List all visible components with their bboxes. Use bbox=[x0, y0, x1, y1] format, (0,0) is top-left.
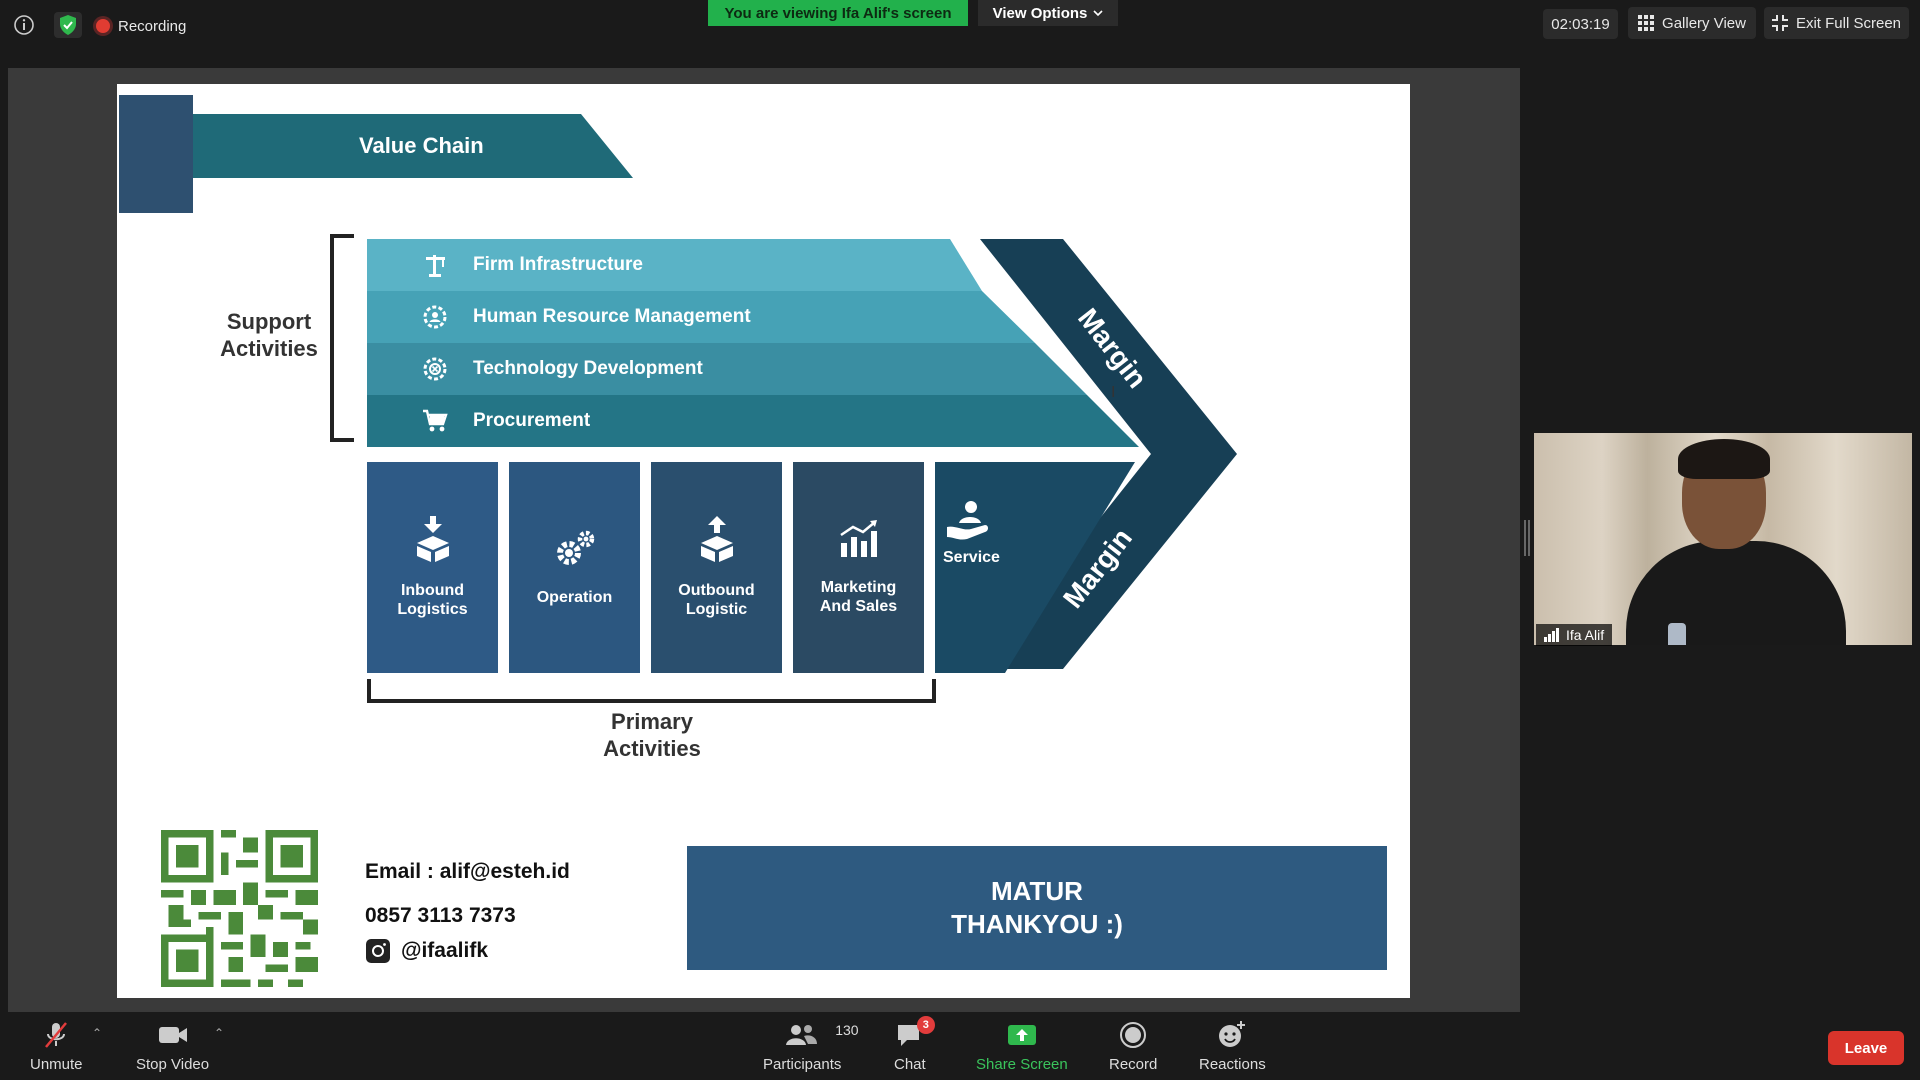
participants-count: 130 bbox=[835, 1022, 859, 1038]
thank-you-line: MATUR bbox=[991, 876, 1083, 906]
participant-video-tile[interactable] bbox=[1534, 433, 1912, 645]
service-icon bbox=[945, 499, 991, 548]
reactions-button[interactable]: Reactions bbox=[1199, 1020, 1266, 1073]
contact-phone: 0857 3113 7373 bbox=[365, 904, 516, 927]
leave-button[interactable]: Leave bbox=[1828, 1031, 1904, 1065]
recording-dot-icon bbox=[96, 19, 110, 33]
info-icon[interactable] bbox=[12, 13, 36, 37]
share-screen-icon bbox=[1007, 1025, 1036, 1045]
gallery-view-label: Gallery View bbox=[1662, 14, 1746, 32]
primary-activities-label: Primary Activities bbox=[547, 708, 757, 762]
primary-bracket bbox=[367, 679, 936, 703]
contact-email: Email : alif@esteh.id bbox=[365, 860, 570, 883]
participant-body bbox=[1626, 541, 1846, 645]
primary-service-label: Service bbox=[943, 549, 1000, 566]
thank-you-line: THANKYOU :) bbox=[951, 909, 1123, 939]
stop-video-button[interactable]: Stop Video bbox=[136, 1020, 209, 1073]
instagram-handle: @ifaalifk bbox=[401, 939, 489, 962]
meeting-toolbar: Unmute Stop Video 130 Participants 3 Cha… bbox=[0, 1012, 1920, 1080]
microphone-muted-icon bbox=[45, 1022, 68, 1048]
recording-label: Recording bbox=[118, 17, 187, 35]
thank-you-box: MATUR THANKYOU :) bbox=[687, 846, 1387, 970]
primary-label-line: Primary bbox=[611, 709, 693, 734]
viewing-screen-banner: You are viewing Ifa Alif's screen bbox=[708, 0, 968, 26]
exit-full-screen-icon bbox=[1771, 15, 1788, 31]
participants-icon bbox=[786, 1025, 818, 1045]
qr-code bbox=[161, 830, 318, 987]
gallery-view-button[interactable]: Gallery View bbox=[1628, 7, 1756, 39]
participants-icon-wrap: 130 bbox=[782, 1020, 859, 1050]
smiley-plus-icon bbox=[1219, 1021, 1246, 1047]
video-camera-icon bbox=[158, 1027, 187, 1043]
participant-name-tag: Ifa Alif bbox=[1536, 624, 1613, 646]
grid-icon bbox=[1638, 15, 1655, 31]
reactions-label: Reactions bbox=[1199, 1056, 1266, 1073]
meeting-timer: 02:03:19 bbox=[1543, 9, 1618, 39]
exit-full-screen-label: Exit Full Screen bbox=[1795, 14, 1902, 32]
chevron-down-icon bbox=[1093, 10, 1103, 17]
text-cursor-icon: I bbox=[1111, 384, 1116, 401]
share-screen-label: Share Screen bbox=[976, 1056, 1068, 1073]
signal-bars-icon bbox=[1544, 628, 1559, 642]
record-icon bbox=[1120, 1022, 1147, 1048]
panel-resize-handle[interactable] bbox=[1524, 520, 1530, 556]
audio-options-chevron-icon[interactable]: ⌃ bbox=[92, 1026, 102, 1040]
chat-unread-badge: 3 bbox=[916, 1016, 935, 1034]
meeting-top-bar: Recording You are viewing Ifa Alif's scr… bbox=[0, 0, 1920, 50]
security-shield-icon[interactable] bbox=[54, 12, 82, 38]
video-options-chevron-icon[interactable]: ⌃ bbox=[214, 1026, 224, 1040]
view-options-label: View Options bbox=[992, 4, 1088, 22]
presentation-slide: Value Chain Support Activities Margin Ma… bbox=[117, 84, 1410, 998]
instagram-icon bbox=[366, 939, 390, 963]
record-label: Record bbox=[1109, 1056, 1158, 1073]
unmute-button[interactable]: Unmute bbox=[30, 1020, 83, 1073]
chat-icon-wrap: 3 bbox=[895, 1016, 935, 1050]
share-screen-button[interactable]: Share Screen bbox=[976, 1020, 1068, 1073]
record-button[interactable]: Record bbox=[1109, 1020, 1157, 1073]
chat-label: Chat bbox=[894, 1056, 926, 1073]
chat-button[interactable]: 3 Chat bbox=[894, 1016, 935, 1073]
view-options-button[interactable]: View Options bbox=[978, 0, 1118, 26]
participants-button[interactable]: 130 Participants bbox=[763, 1020, 859, 1073]
water-bottle bbox=[1668, 623, 1686, 645]
recording-indicator[interactable]: Recording bbox=[96, 14, 186, 38]
contact-instagram: @ifaalifk bbox=[365, 938, 488, 964]
exit-full-screen-button[interactable]: Exit Full Screen bbox=[1764, 7, 1909, 39]
unmute-label: Unmute bbox=[30, 1056, 83, 1073]
participants-label: Participants bbox=[763, 1056, 842, 1073]
stop-video-label: Stop Video bbox=[136, 1056, 210, 1073]
participant-name: Ifa Alif bbox=[1566, 627, 1605, 643]
participant-hair bbox=[1678, 439, 1770, 479]
primary-label-line: Activities bbox=[603, 736, 701, 761]
